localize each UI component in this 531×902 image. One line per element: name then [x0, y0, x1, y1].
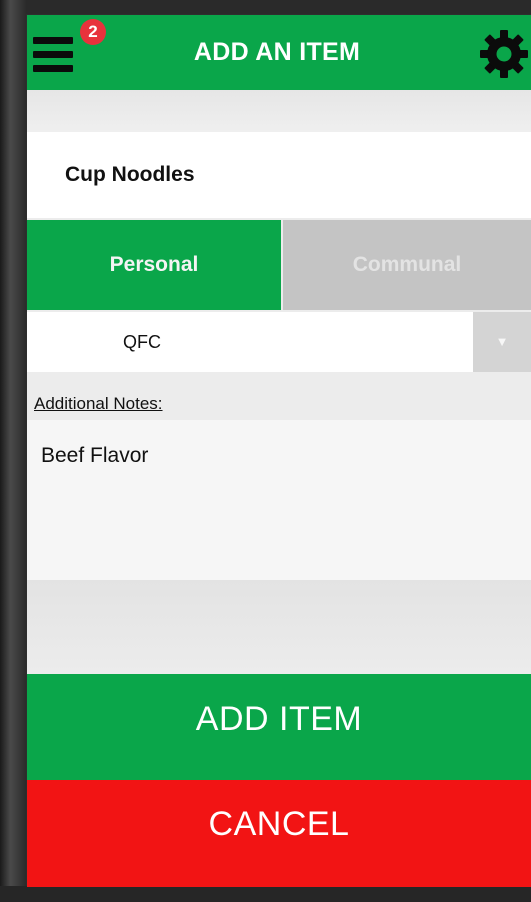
- device-frame-left: [0, 0, 26, 902]
- notes-textarea[interactable]: Beef Flavor: [41, 444, 511, 564]
- hamburger-menu-icon[interactable]: [33, 29, 77, 77]
- store-select[interactable]: QFC ▼: [27, 312, 531, 372]
- cancel-button[interactable]: CANCEL: [27, 780, 531, 887]
- form-spacer: [27, 580, 531, 674]
- menu-bar: [33, 37, 73, 44]
- spacer-band: [27, 90, 531, 132]
- store-select-value: QFC: [123, 332, 161, 352]
- item-name-input[interactable]: [65, 154, 505, 196]
- dropdown-triangle-icon[interactable]: ▼: [473, 312, 531, 372]
- app-header: 2 ADD AN ITEM: [27, 15, 531, 90]
- app-screen: 2 ADD AN ITEM Personal: [27, 15, 531, 887]
- item-name-row: [27, 132, 531, 218]
- gear-icon-svg: [480, 30, 528, 78]
- ownership-segmented-control: Personal Communal: [27, 220, 531, 310]
- menu-bar: [33, 51, 73, 58]
- add-item-button[interactable]: ADD ITEM: [27, 674, 531, 780]
- device-frame-bottom: [0, 886, 531, 902]
- notes-box: Beef Flavor: [27, 420, 531, 580]
- notes-label: Additional Notes:: [34, 394, 163, 413]
- page-title: ADD AN ITEM: [193, 38, 361, 66]
- segment-communal[interactable]: Communal: [283, 220, 531, 310]
- gear-icon[interactable]: [479, 29, 529, 79]
- menu-bar: [33, 65, 73, 72]
- segment-personal[interactable]: Personal: [27, 220, 281, 310]
- device-frame-top: [0, 0, 531, 14]
- device-frame: 2 ADD AN ITEM Personal: [0, 0, 531, 902]
- notification-badge: 2: [80, 19, 106, 45]
